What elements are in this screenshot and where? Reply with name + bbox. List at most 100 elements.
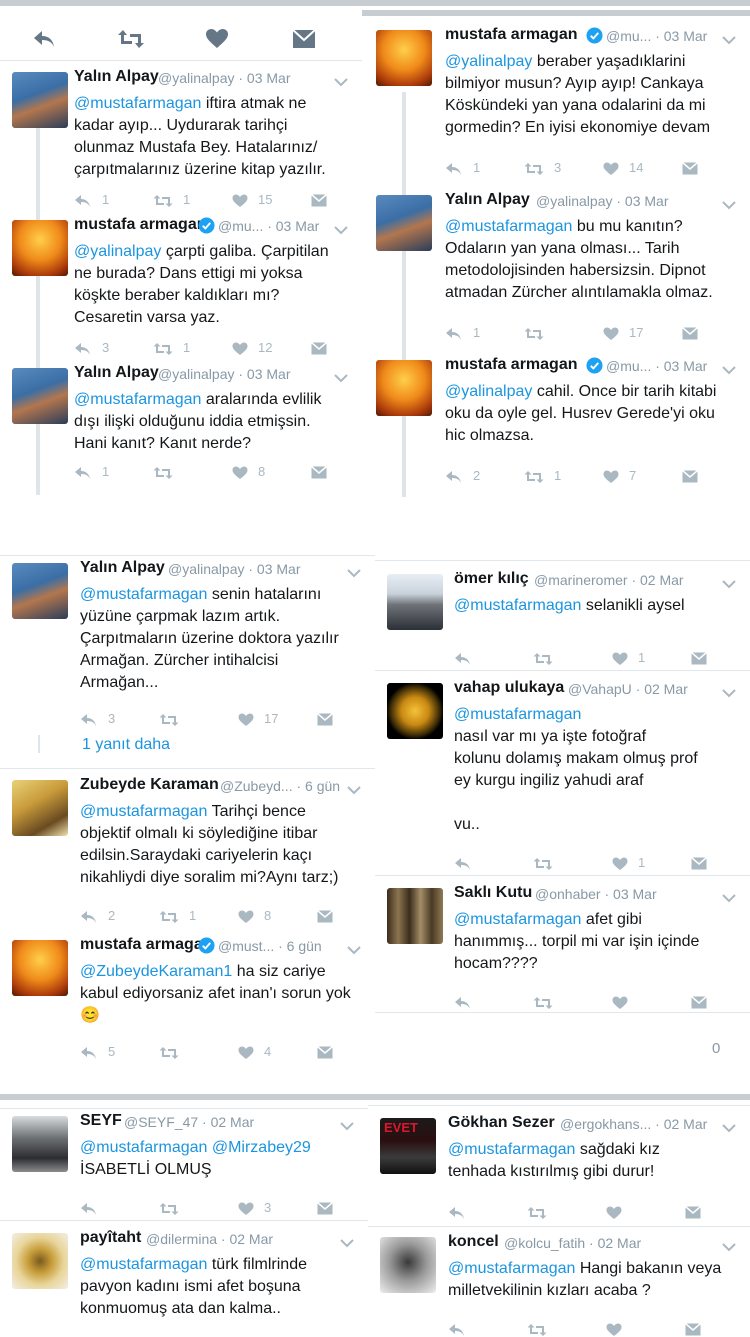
author-name[interactable]: mustafa armagan	[445, 356, 578, 374]
author-handle[interactable]: @mu... · 03 Mar	[606, 358, 707, 374]
heart-icon[interactable]: 12	[232, 340, 272, 356]
heart-icon[interactable]: 4	[238, 1044, 271, 1060]
chevron-down-icon[interactable]	[722, 890, 736, 904]
reply-icon[interactable]	[80, 1200, 108, 1216]
retweet-icon[interactable]	[527, 1321, 557, 1337]
message-icon[interactable]	[311, 340, 327, 355]
chevron-down-icon[interactable]	[347, 565, 361, 579]
avatar[interactable]	[12, 72, 68, 128]
avatar[interactable]	[387, 574, 443, 630]
reply-icon[interactable]: 1	[445, 325, 480, 341]
author-name[interactable]: Saklı Kutu	[454, 884, 532, 902]
avatar[interactable]	[376, 195, 432, 251]
message-icon[interactable]	[311, 192, 327, 207]
chevron-down-icon[interactable]	[722, 197, 736, 211]
author-handle[interactable]: @Zubeyd... · 6 gün	[220, 778, 340, 794]
avatar[interactable]	[387, 683, 443, 739]
chevron-down-icon[interactable]	[722, 1120, 736, 1134]
author-handle[interactable]: @marineromer · 02 Mar	[534, 572, 684, 588]
heart-icon[interactable]: 17	[603, 325, 643, 341]
retweet-icon[interactable]	[524, 325, 554, 341]
chevron-down-icon[interactable]	[347, 942, 361, 956]
avatar[interactable]	[12, 780, 68, 836]
author-handle[interactable]: @onhaber · 03 Mar	[535, 886, 657, 902]
heart-icon[interactable]: 1	[612, 650, 645, 666]
retweet-icon[interactable]: 1	[153, 192, 190, 208]
mention-link[interactable]: @mustafarmagan	[80, 803, 207, 820]
author-name[interactable]: Gökhan Sezer	[448, 1114, 555, 1132]
author-name[interactable]: SEYF	[80, 1112, 122, 1130]
heart-icon[interactable]	[205, 28, 229, 55]
author-handle[interactable]: @mu... · 03 Mar	[606, 28, 707, 44]
heart-icon[interactable]	[612, 994, 638, 1010]
message-icon[interactable]	[317, 908, 333, 923]
author-name[interactable]: vahap ulukaya	[454, 679, 564, 697]
author-handle[interactable]: @SEYF_47 · 02 Mar	[124, 1114, 254, 1130]
reply-icon[interactable]: 1	[74, 464, 109, 480]
reply-icon[interactable]	[448, 1321, 476, 1337]
avatar[interactable]	[387, 888, 443, 944]
heart-icon[interactable]	[606, 1321, 632, 1337]
retweet-icon[interactable]: 1	[159, 908, 196, 924]
retweet-icon[interactable]	[159, 1200, 189, 1216]
avatar[interactable]	[12, 1116, 68, 1172]
chevron-down-icon[interactable]	[334, 370, 348, 384]
mention-link[interactable]: @mustafarmagan	[80, 586, 207, 603]
mention-link[interactable]: @mustafarmagan	[74, 95, 201, 112]
author-name[interactable]: mustafa armagan	[80, 936, 213, 954]
avatar[interactable]	[12, 1233, 68, 1289]
more-replies-link[interactable]: 1 yanıt daha	[82, 736, 170, 754]
message-icon[interactable]	[682, 160, 698, 175]
mention-link[interactable]: @mustafarmagan	[74, 391, 201, 408]
author-handle[interactable]: @yalinalpay · 03 Mar	[158, 70, 291, 86]
heart-icon[interactable]: 8	[232, 464, 265, 480]
mention-link[interactable]: @yalinalpay	[74, 243, 161, 260]
chevron-down-icon[interactable]	[334, 74, 348, 88]
message-icon[interactable]	[317, 1200, 333, 1215]
chevron-down-icon[interactable]	[722, 576, 736, 590]
author-name[interactable]: mustafa armagan	[445, 26, 578, 44]
mention-link[interactable]: @mustafarmagan	[445, 218, 572, 235]
retweet-icon[interactable]: 3	[524, 160, 561, 176]
author-name[interactable]: payîtaht	[80, 1229, 141, 1247]
chevron-down-icon[interactable]	[334, 222, 348, 236]
mention-link[interactable]: @mustafarmagan	[454, 597, 581, 614]
mention-link[interactable]: @mustafarmagan	[454, 911, 581, 928]
mention-link[interactable]: @mustafarmagan	[448, 1260, 575, 1277]
mention-link[interactable]: @yalinalpay	[445, 383, 532, 400]
mention-link[interactable]: @mustafarmagan	[454, 706, 581, 723]
chevron-down-icon[interactable]	[722, 1239, 736, 1253]
avatar[interactable]	[12, 368, 68, 424]
message-icon[interactable]	[691, 650, 707, 665]
chevron-down-icon[interactable]	[722, 362, 736, 376]
message-icon[interactable]	[682, 325, 698, 340]
mention-link[interactable]: @mustafarmagan	[80, 1256, 207, 1273]
reply-icon[interactable]: 3	[80, 711, 115, 727]
chevron-down-icon[interactable]	[722, 32, 736, 46]
heart-icon[interactable]: 1	[612, 855, 645, 871]
message-icon[interactable]	[292, 29, 316, 54]
reply-icon[interactable]: 2	[445, 468, 480, 484]
retweet-icon[interactable]: 1	[524, 468, 561, 484]
reply-icon[interactable]: 1	[445, 160, 480, 176]
heart-icon[interactable]: 14	[603, 160, 643, 176]
author-handle[interactable]: @mu... · 03 Mar	[218, 218, 319, 234]
author-handle[interactable]: @yalinalpay · 03 Mar	[158, 366, 291, 382]
message-icon[interactable]	[311, 464, 327, 479]
reply-icon[interactable]	[454, 855, 482, 871]
chevron-down-icon[interactable]	[347, 782, 361, 796]
mention-link[interactable]: @mustafarmagan @Mirzabey29	[80, 1139, 311, 1156]
author-name[interactable]: koncel	[448, 1233, 499, 1251]
heart-icon[interactable]: 8	[238, 908, 271, 924]
author-name[interactable]: mustafa armagan	[74, 216, 207, 234]
author-name[interactable]: Yalın Alpay	[74, 364, 159, 382]
avatar[interactable]	[12, 563, 68, 619]
reply-icon[interactable]: 3	[74, 340, 109, 356]
retweet-icon[interactable]	[159, 1044, 189, 1060]
chevron-down-icon[interactable]	[340, 1118, 354, 1132]
author-handle[interactable]: @dilermina · 02 Mar	[146, 1231, 273, 1247]
retweet-icon[interactable]	[533, 855, 563, 871]
reply-icon[interactable]	[32, 28, 56, 55]
avatar[interactable]	[376, 360, 432, 416]
heart-icon[interactable]	[606, 1204, 632, 1220]
